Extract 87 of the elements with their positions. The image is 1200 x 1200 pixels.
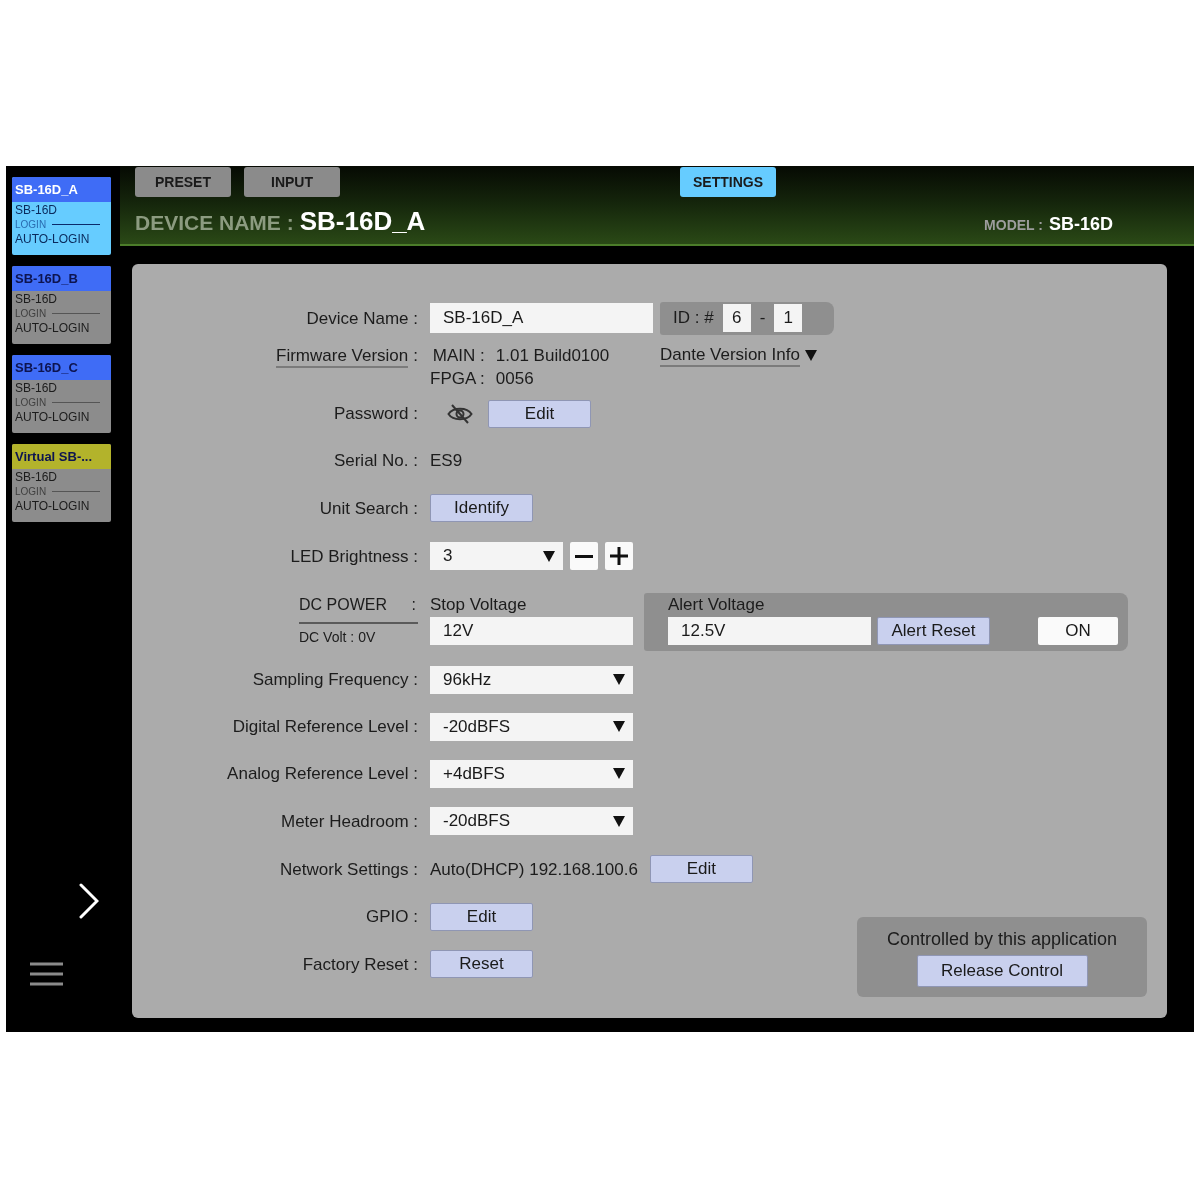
dropdown-field[interactable]: 96kHz [430,665,633,694]
login-label: LOGIN [15,485,47,498]
model-name: SB-16D [1048,214,1113,235]
control-status-text: Controlled by this application [886,928,1118,950]
field-label: Unit Search : [319,497,418,520]
login-label: LOGIN [15,307,47,320]
auto-login-label: AUTO-LOGIN [15,498,90,515]
field-label: Device Name : [306,307,418,330]
login-label: LOGIN [15,218,47,231]
caret-down-icon [804,350,817,361]
dc-power-label: DC POWER [299,595,387,615]
caret-down-icon [613,721,625,732]
id-label: ID : # [673,308,714,328]
version-value: 0056 [495,368,534,390]
caret-down-icon [613,674,625,685]
alert-on-button[interactable]: ON [1038,617,1118,645]
eye-off-icon[interactable] [447,403,473,424]
device-card-header: SB-16D_B [12,266,111,291]
edit-button[interactable]: Edit [430,902,533,931]
model-label: MODEL : [984,217,1043,233]
edit-button[interactable]: Edit [488,399,591,428]
caret-down-icon [613,768,625,779]
tab[interactable]: SETTINGS [680,167,776,197]
device-card[interactable]: SB-16D_B SB-16D LOGIN AUTO-LOGIN [12,266,111,344]
increase-button[interactable] [605,542,633,570]
alert-voltage-field[interactable]: 12.5V [668,617,871,645]
id-separator: - [759,308,766,328]
auto-login-label: AUTO-LOGIN [15,231,90,248]
device-card-header: SB-16D_A [12,177,111,202]
plus-icon [610,547,628,565]
dropdown-field[interactable]: 3 [430,542,563,570]
field-label: Network Settings : [280,858,418,881]
device-card[interactable]: SB-16D_C SB-16D LOGIN AUTO-LOGIN [12,355,111,433]
field-label: Digital Reference Level : [232,716,418,738]
tab[interactable]: INPUT [244,167,340,197]
device-name-label: DEVICE NAME : [135,211,294,235]
device-card-header: Virtual SB-... [12,444,111,469]
version-name: FPGA : [430,368,485,390]
stop-voltage-field[interactable]: 12V [430,617,633,645]
label-colon: : [413,345,418,367]
dropdown-field[interactable]: -20dBFS [430,807,633,835]
auto-login-label: AUTO-LOGIN [15,409,90,426]
version-name: MAIN : [432,345,485,367]
device-name-title: SB-16D_A [299,206,426,237]
tab[interactable]: PRESET [135,167,231,197]
device-card-header: SB-16D_C [12,355,111,380]
id-field[interactable]: 1 [774,304,803,332]
identify-button[interactable]: Identify [430,494,533,522]
field-label: Password : [333,403,418,425]
reset-button[interactable]: Reset [430,950,533,978]
serial-number: ES9 [430,450,463,472]
field-label: Analog Reference Level : [227,763,418,785]
minus-icon [575,554,593,558]
id-field[interactable]: 6 [722,304,751,332]
caret-down-icon [543,550,555,562]
device-model: SB-16D [15,470,58,485]
device-card[interactable]: Virtual SB-... SB-16D LOGIN AUTO-LOGIN [12,444,111,522]
edit-button[interactable]: Edit [649,855,753,883]
auto-login-label: AUTO-LOGIN [15,320,90,337]
network-address: Auto(DHCP) 192.168.100.6 [430,858,638,881]
field-label: Factory Reset : [302,953,418,976]
device-model: SB-16D [15,203,58,218]
menu-icon[interactable] [30,962,63,986]
device-card[interactable]: SB-16D_A SB-16D LOGIN AUTO-LOGIN [12,177,111,255]
dropdown-field[interactable]: -20dBFS [430,712,633,741]
field-label: Serial No. : [333,450,418,472]
alert-reset-button[interactable]: Alert Reset [877,617,990,645]
device-model: SB-16D [15,292,58,307]
version-value: 1.01 Build0100 [495,345,610,367]
dante-version-link[interactable]: Dante Version Info [660,344,800,367]
label-colon: : [411,595,416,615]
field-label: LED Brightness : [290,545,418,568]
dropdown-field[interactable]: +4dBFS [430,759,633,788]
device-name-field[interactable]: SB-16D_A [430,303,653,333]
firmware-version-link[interactable]: Firmware Version [276,345,409,368]
dc-volt-reading: DC Volt : 0V [299,629,376,645]
decrease-button[interactable] [570,542,598,570]
field-label: Meter Headroom : [281,810,418,833]
device-model: SB-16D [15,381,58,396]
field-label: GPIO : [366,906,418,928]
field-label: Sampling Frequency : [252,669,418,691]
chevron-right-icon[interactable] [79,883,99,919]
release-control-button[interactable]: Release Control [916,955,1088,987]
stop-voltage-label: Stop Voltage [430,595,527,615]
login-label: LOGIN [15,396,47,409]
alert-voltage-label: Alert Voltage [668,595,765,615]
caret-down-icon [613,815,625,827]
